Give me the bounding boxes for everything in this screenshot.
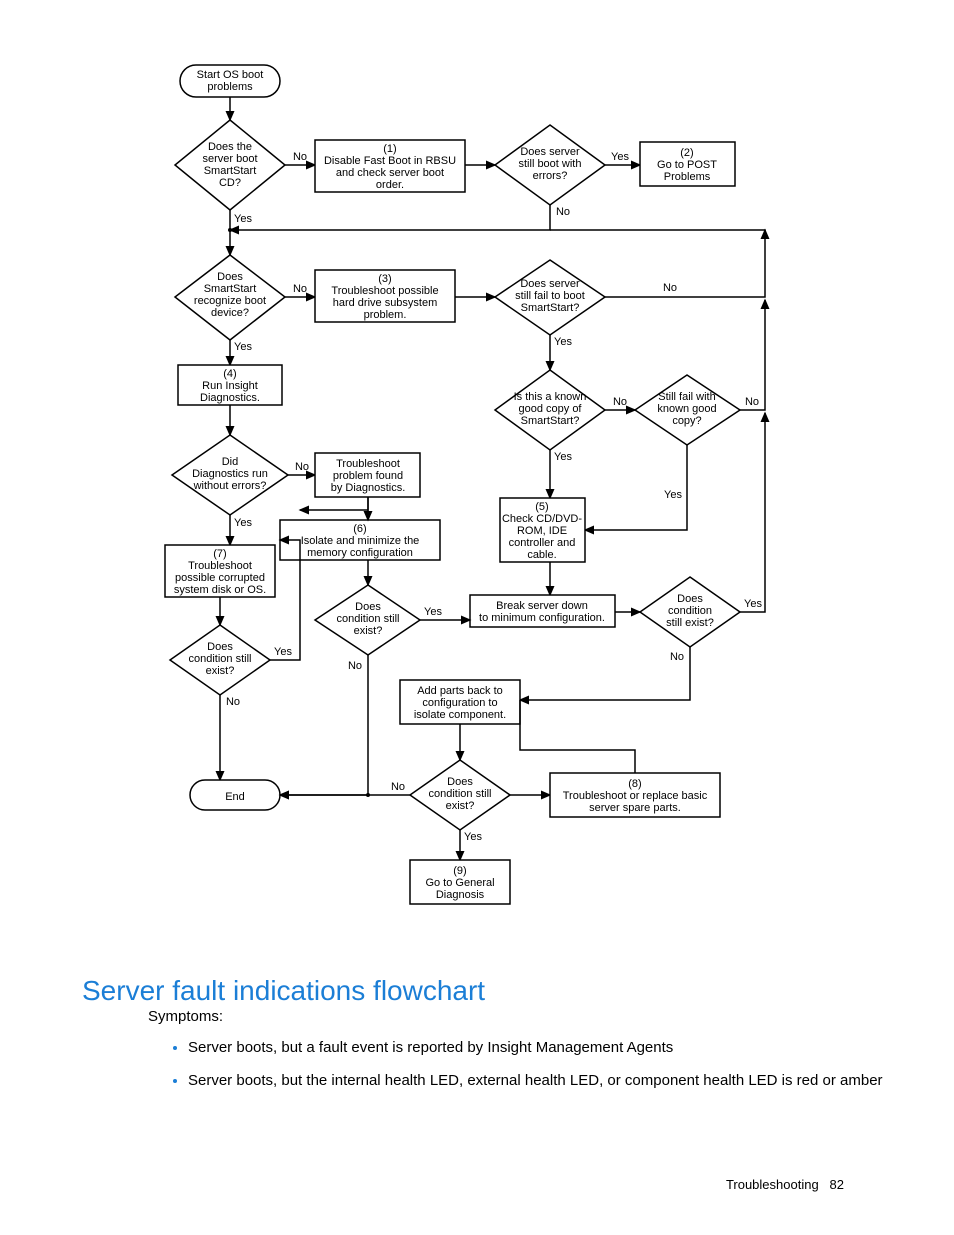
label-yes: Yes [554,336,572,348]
label-no: No [295,461,309,473]
label-no: No [348,660,362,672]
label-no: No [670,651,684,663]
label-no: No [745,396,759,408]
page: Start OS bootproblems Does theserver boo… [0,0,954,1235]
body-text: Symptoms: Server boots, but a fault even… [148,1006,888,1103]
label-no: No [226,696,240,708]
flowchart-diagram: Start OS bootproblems Does theserver boo… [150,60,790,940]
label-no: No [663,282,677,294]
label-yes: Yes [274,646,292,658]
list-item: Server boots, but the internal health LE… [188,1070,888,1091]
label-yes: Yes [744,598,762,610]
node-tsprob-text: Troubleshootproblem foundby Diagnostics. [331,458,406,494]
node-end-text: End [225,791,245,803]
symptoms-list: Server boots, but a fault event is repor… [148,1037,888,1091]
label-yes: Yes [554,451,572,463]
node-addback-text: Add parts back toconfiguration toisolate… [414,685,506,721]
node-stillfail-text: Does serverstill fail to bootSmartStart? [515,278,585,314]
label-yes: Yes [611,151,629,163]
node-breakdown-text: Break server downto minimum configuratio… [479,600,605,624]
label-no: No [293,151,307,163]
label-yes: Yes [234,213,252,225]
footer-page: 82 [830,1177,844,1192]
section-heading: Server fault indications flowchart [82,975,485,1007]
label-no: No [391,781,405,793]
footer-section: Troubleshooting [726,1177,819,1192]
label-yes: Yes [664,489,682,501]
node-knowngood-text: Is this a knowngood copy ofSmartStart? [514,391,587,427]
label-yes: Yes [234,341,252,353]
label-yes: Yes [424,606,442,618]
label-yes: Yes [234,517,252,529]
page-footer: Troubleshooting 82 [726,1177,844,1192]
label-yes: Yes [464,831,482,843]
list-item: Server boots, but a fault event is repor… [188,1037,888,1058]
label-no: No [556,206,570,218]
intro-label: Symptoms: [148,1008,223,1025]
label-no: No [293,283,307,295]
label-no: No [613,396,627,408]
